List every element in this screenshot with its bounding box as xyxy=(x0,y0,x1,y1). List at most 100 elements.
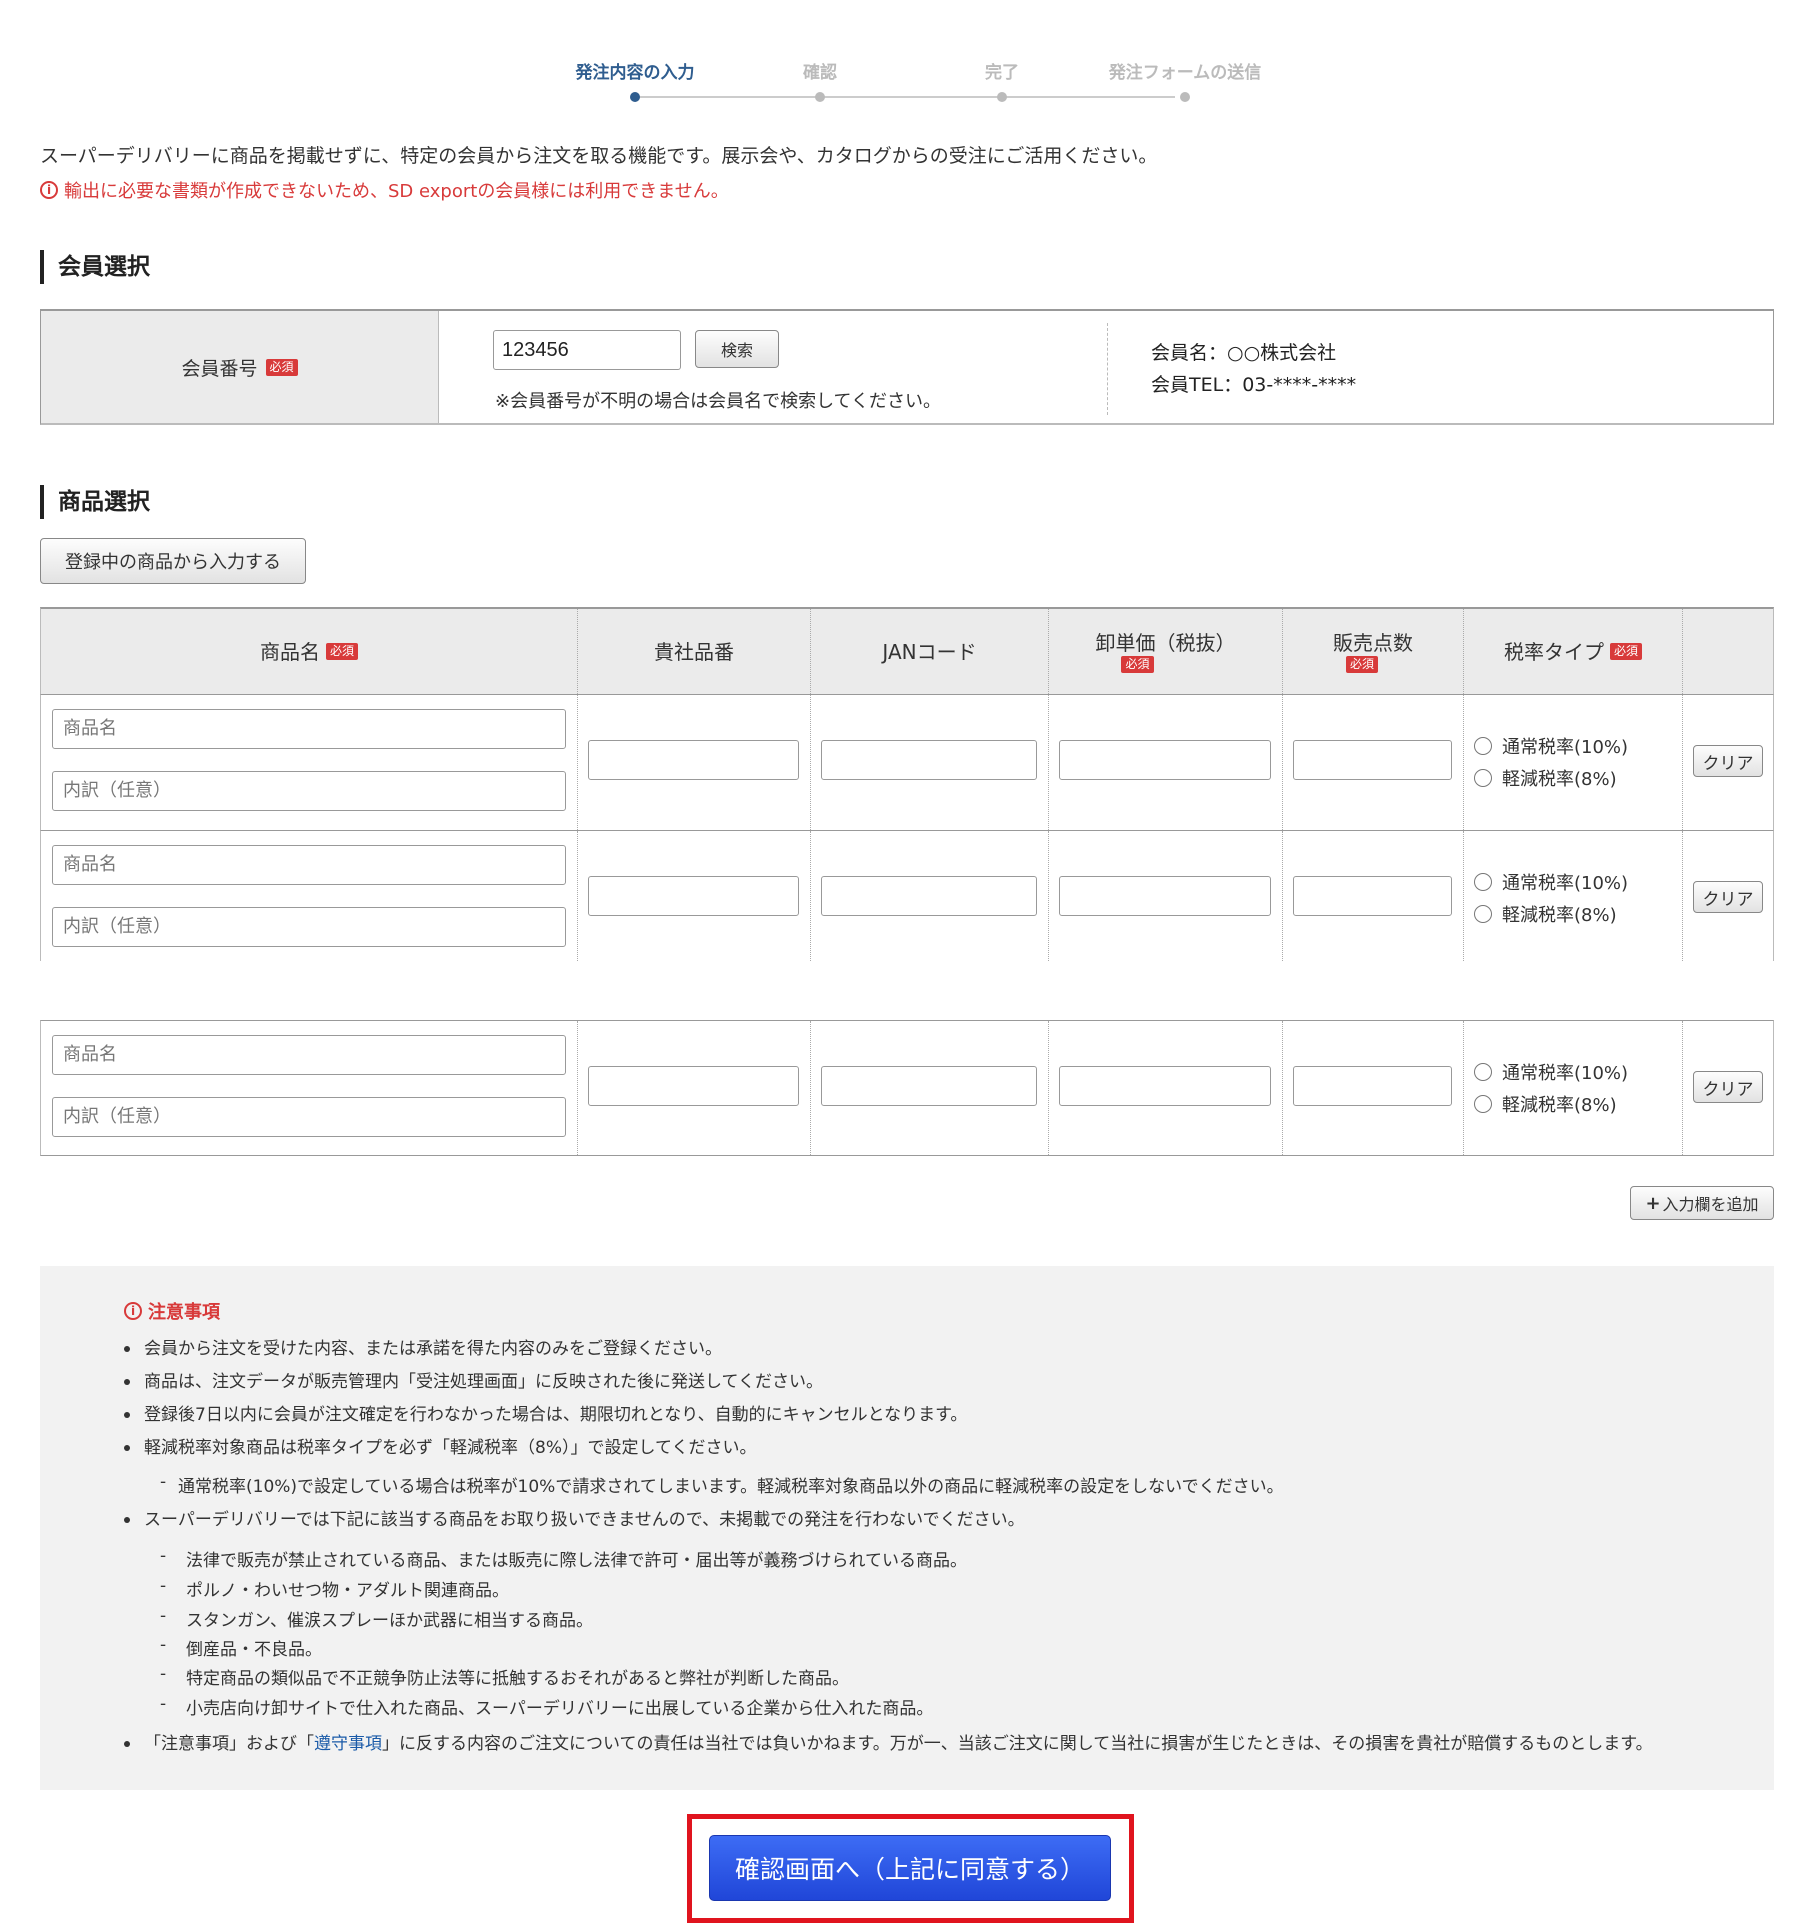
info-icon: i xyxy=(40,181,58,199)
step-input: 発注内容の入力 xyxy=(575,63,695,83)
radio-button[interactable] xyxy=(1474,1095,1492,1113)
member-search-button[interactable]: 検索 xyxy=(695,330,779,368)
product-table-header: 商品名 必須 貴社品番 JANコード 卸単価（税抜） 必須 販売点数 必須 税率タ… xyxy=(40,607,1774,695)
member-number-label-text: 会員番号 xyxy=(181,357,258,380)
note-item: スーパーデリバリーでは下記に該当する商品をお取り扱いできませんので、未掲載での発… xyxy=(144,1510,1025,1530)
note-item: 商品は、注文データが販売管理内「受注処理画面」に反映された後に発送してください。 xyxy=(144,1372,823,1392)
required-badge: 必須 xyxy=(1609,643,1642,660)
add-input-row-button[interactable]: + 入力欄を追加 xyxy=(1630,1186,1774,1220)
note-sub-item: 通常税率(10%)で設定している場合は税率が10%で請求されてしまいます。軽減税… xyxy=(178,1477,1284,1497)
header-product-name-text: 商品名 xyxy=(259,639,320,664)
note-item: 軽減税率対象商品は税率タイプを必ず「軽減税率（8%）」で設定してください。 xyxy=(144,1438,757,1458)
prohibited-item: スタンガン、催涙スプレーほか武器に相当する商品。 xyxy=(186,1611,593,1631)
product-row: 商品名 内訳（任意） 通常税率(10%) 軽減税率(8%) クリア xyxy=(40,695,1774,831)
jan-code-input[interactable] xyxy=(821,740,1037,780)
product-row: 商品名 内訳（任意） 通常税率(10%) 軽減税率(8%) クリア xyxy=(40,1020,1774,1156)
stepper-line xyxy=(635,96,1175,98)
product-detail-input[interactable]: 内訳（任意） xyxy=(52,907,566,947)
required-badge: 必須 xyxy=(265,358,298,376)
quantity-input[interactable] xyxy=(1293,876,1452,916)
required-badge: 必須 xyxy=(1345,656,1378,673)
radio-button[interactable] xyxy=(1474,1063,1492,1081)
dash: - xyxy=(160,1664,167,1684)
dash: - xyxy=(160,1546,167,1566)
progress-stepper: 発注内容の入力 確認 完了 発注フォームの送信 xyxy=(575,58,1295,108)
wholesale-price-input[interactable] xyxy=(1059,876,1271,916)
clear-row-button[interactable]: クリア xyxy=(1693,881,1763,913)
clear-row-button[interactable]: クリア xyxy=(1693,1071,1763,1103)
header-jan-code-text: JANコード xyxy=(882,639,977,664)
prohibited-item: 小売店向け卸サイトで仕入れた商品、スーパーデリバリーに出展している企業から仕入れ… xyxy=(186,1699,934,1719)
product-name-input[interactable]: 商品名 xyxy=(52,709,566,749)
prohibited-item: 倒産品・不良品。 xyxy=(186,1640,322,1660)
notes-title: i 注意事項 xyxy=(124,1298,220,1324)
tax-reduced-label: 軽減税率(8%) xyxy=(1502,769,1617,790)
required-badge: 必須 xyxy=(325,643,358,660)
product-section-title: 商品選択 xyxy=(40,485,150,519)
header-jan-code: JANコード xyxy=(810,609,1048,694)
wholesale-price-input[interactable] xyxy=(1059,740,1271,780)
bullet xyxy=(124,1379,130,1385)
tax-reduced-option[interactable]: 軽減税率(8%) xyxy=(1474,1091,1617,1117)
tax-standard-option[interactable]: 通常税率(10%) xyxy=(1474,1059,1628,1085)
prohibited-item: 特定商品の類似品で不正競争防止法等に抵触するおそれがあると弊社が判断した商品。 xyxy=(186,1669,849,1689)
export-warning: i 輸出に必要な書類が作成できないため、SD exportの会員様には利用できま… xyxy=(40,177,729,203)
notes-panel: i 注意事項 会員から注文を受けた内容、または承諾を得た内容のみをご登録ください… xyxy=(40,1266,1774,1790)
jan-code-input[interactable] xyxy=(821,876,1037,916)
jan-code-input[interactable] xyxy=(821,1066,1037,1106)
member-number-input[interactable]: 123456 xyxy=(493,330,681,370)
header-item-number: 貴社品番 xyxy=(577,609,810,694)
tax-standard-option[interactable]: 通常税率(10%) xyxy=(1474,733,1628,759)
radio-button[interactable] xyxy=(1474,905,1492,923)
liability-note: 「注意事項」および「遵守事項」に反する内容のご注文についての責任は当社では負いか… xyxy=(144,1729,1653,1754)
product-name-input[interactable]: 商品名 xyxy=(52,845,566,885)
step-complete-dot xyxy=(997,92,1007,102)
quantity-input[interactable] xyxy=(1293,740,1452,780)
radio-button[interactable] xyxy=(1474,769,1492,787)
member-name: 会員名：○○株式会社 xyxy=(1151,342,1337,364)
item-number-input[interactable] xyxy=(588,740,799,780)
confirm-highlight-frame: 確認画面へ（上記に同意する） xyxy=(687,1814,1134,1923)
header-wholesale-price-text: 卸単価（税抜） xyxy=(1095,631,1236,655)
quantity-input[interactable] xyxy=(1293,1066,1452,1106)
add-from-registered-button[interactable]: 登録中の商品から入力する xyxy=(40,538,306,584)
header-wholesale-price: 卸単価（税抜） 必須 xyxy=(1048,609,1282,694)
radio-button[interactable] xyxy=(1474,873,1492,891)
prohibited-item: ポルノ・わいせつ物・アダルト関連商品。 xyxy=(186,1581,509,1601)
product-name-input[interactable]: 商品名 xyxy=(52,1035,566,1075)
dash: - xyxy=(160,1606,167,1626)
compliance-link[interactable]: 遵守事項 xyxy=(314,1734,382,1754)
bullet xyxy=(124,1741,130,1747)
dash: - xyxy=(160,1635,167,1655)
bullet xyxy=(124,1445,130,1451)
clear-row-button[interactable]: クリア xyxy=(1693,745,1763,777)
product-detail-input[interactable]: 内訳（任意） xyxy=(52,1097,566,1137)
item-number-input[interactable] xyxy=(588,876,799,916)
radio-button[interactable] xyxy=(1474,737,1492,755)
tax-reduced-label: 軽減税率(8%) xyxy=(1502,905,1617,926)
member-divider xyxy=(1107,323,1108,415)
product-row: 商品名 内訳（任意） 通常税率(10%) 軽減税率(8%) クリア xyxy=(40,831,1774,961)
tax-reduced-option[interactable]: 軽減税率(8%) xyxy=(1474,901,1617,927)
header-tax-type: 税率タイプ 必須 xyxy=(1463,609,1682,694)
member-tel: 会員TEL：03-****-**** xyxy=(1151,374,1357,396)
tax-standard-label: 通常税率(10%) xyxy=(1502,1063,1629,1084)
member-number-label: 会員番号 必須 xyxy=(41,311,439,423)
bullet xyxy=(124,1517,130,1523)
step-confirm-dot xyxy=(815,92,825,102)
wholesale-price-input[interactable] xyxy=(1059,1066,1271,1106)
plus-icon: + xyxy=(1645,1192,1661,1214)
confirm-agree-button[interactable]: 確認画面へ（上記に同意する） xyxy=(709,1835,1111,1901)
item-number-input[interactable] xyxy=(588,1066,799,1106)
tax-standard-option[interactable]: 通常税率(10%) xyxy=(1474,869,1628,895)
member-search-note: ※会員番号が不明の場合は会員名で検索してください。 xyxy=(495,391,941,412)
prohibited-item: 法律で販売が禁止されている商品、または販売に際し法律で許可・届出等が義務づけられ… xyxy=(186,1551,967,1571)
dash: - xyxy=(160,1472,167,1492)
member-table: 会員番号 必須 123456 検索 ※会員番号が不明の場合は会員名で検索してくだ… xyxy=(40,309,1774,425)
tax-reduced-option[interactable]: 軽減税率(8%) xyxy=(1474,765,1617,791)
header-actions xyxy=(1682,609,1775,694)
dash: - xyxy=(160,1576,167,1596)
tax-standard-label: 通常税率(10%) xyxy=(1502,873,1629,894)
step-complete: 完了 xyxy=(985,63,1019,83)
product-detail-input[interactable]: 内訳（任意） xyxy=(52,771,566,811)
